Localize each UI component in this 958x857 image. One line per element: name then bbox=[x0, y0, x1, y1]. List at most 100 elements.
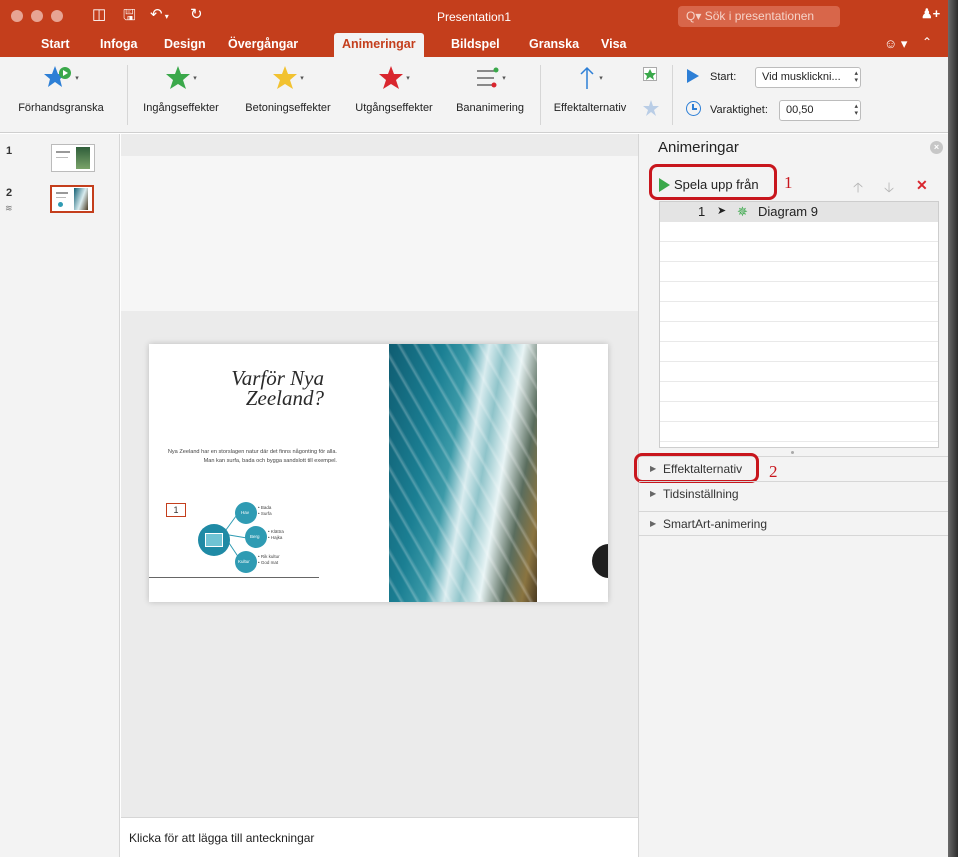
animation-pane-title: Animeringar bbox=[658, 139, 739, 156]
tab-animeringar[interactable]: Animeringar bbox=[334, 33, 424, 57]
ribbon-separator bbox=[672, 65, 673, 125]
emphasis-star-icon bbox=[273, 66, 298, 89]
preview-button[interactable]: ▾ Förhandsgranska bbox=[0, 57, 122, 133]
search-icon: Q▾ bbox=[686, 9, 705, 23]
entrance-effects-label: Ingångseffekter bbox=[143, 102, 219, 114]
exit-star-icon bbox=[379, 66, 404, 89]
thumbnail-number: 2 bbox=[6, 187, 13, 199]
section-smartart-animation-label: SmartArt-animering bbox=[663, 517, 768, 531]
annotation-number-1: 1 bbox=[784, 173, 793, 192]
arrow-up-icon bbox=[580, 66, 594, 89]
slide-dark-circle bbox=[592, 544, 608, 578]
start-select[interactable]: Vid musklickni... ▴ ▾ bbox=[755, 67, 861, 88]
smartart-node-berg: Berg bbox=[245, 526, 267, 548]
smartart-text-hav-2: • Surfa bbox=[258, 511, 272, 516]
emphasis-effects-label: Betoningseffekter bbox=[245, 102, 331, 114]
tab-design[interactable]: Design bbox=[156, 33, 214, 57]
start-label: Start: bbox=[710, 71, 737, 83]
entrance-effect-icon: ✵ bbox=[737, 204, 748, 219]
slide-divider-line bbox=[149, 577, 319, 578]
picture-placeholder-icon bbox=[205, 533, 223, 547]
tab-start[interactable]: Start bbox=[33, 33, 77, 57]
disclosure-triangle-icon: ▶ bbox=[650, 489, 657, 498]
smartart-text-kultur-1: • Rik kultur bbox=[258, 554, 280, 559]
tab-visa[interactable]: Visa bbox=[593, 33, 635, 57]
clock-icon bbox=[686, 101, 701, 116]
section-timing[interactable]: ▶ Tidsinställning bbox=[639, 481, 952, 506]
section-smartart-animation[interactable]: ▶ SmartArt-animering bbox=[639, 511, 952, 536]
share-user-icon[interactable]: ♟+ bbox=[921, 6, 940, 22]
tab-infoga[interactable]: Infoga bbox=[92, 33, 146, 57]
annotation-box-1 bbox=[649, 164, 777, 200]
smartart-center-node bbox=[198, 524, 230, 556]
duration-stepper[interactable]: 00,50 ▴ ▾ bbox=[779, 100, 861, 121]
title-bar: ◫ 🖫 ↶ ▾ ↻ Presentation1 Q▾ Sök i present… bbox=[0, 0, 948, 57]
smartart-node-hav: Hav bbox=[235, 502, 257, 524]
ribbon-separator bbox=[127, 65, 128, 125]
slide-editing-area: Varför Nya Zeeland? Nya Zeeland har en s… bbox=[121, 134, 638, 817]
slide-body-text[interactable]: Nya Zeeland har en storslagen natur där … bbox=[157, 448, 337, 466]
entrance-star-icon bbox=[166, 66, 191, 89]
notes-pane[interactable]: Klicka för att lägga till anteckningar bbox=[121, 817, 638, 857]
close-pane-icon[interactable]: × bbox=[930, 141, 943, 154]
smartart-node-berg-label: Berg bbox=[250, 534, 260, 539]
effect-options-button[interactable]: ▾ Effektalternativ bbox=[546, 57, 634, 133]
tab-overgangar[interactable]: Övergångar bbox=[220, 33, 306, 57]
stepper-arrows-icon[interactable]: ▴ ▾ bbox=[854, 103, 858, 117]
emphasis-effects-button[interactable]: ▾ Betoningseffekter bbox=[235, 57, 341, 133]
thumbnail-animation-icon: ≋ bbox=[5, 203, 13, 213]
window-edge-shadow bbox=[948, 0, 958, 857]
thumbnail-number: 1 bbox=[6, 145, 13, 157]
search-placeholder: Sök i presentationen bbox=[704, 9, 815, 23]
photo-foam-texture bbox=[389, 344, 537, 602]
search-input[interactable]: Q▾ Sök i presentationen bbox=[678, 6, 840, 27]
smartart-text-kultur-2: • God mat bbox=[258, 560, 279, 565]
tab-bildspel[interactable]: Bildspel bbox=[443, 33, 508, 57]
exit-effects-label: Utgångseffekter bbox=[355, 102, 433, 114]
select-arrows-icon: ▴ ▾ bbox=[854, 70, 858, 84]
notes-placeholder: Klicka för att lägga till anteckningar bbox=[129, 831, 315, 845]
stage-background bbox=[121, 156, 638, 311]
annotation-box-2 bbox=[634, 453, 759, 483]
annotation-number-2: 2 bbox=[769, 462, 778, 481]
smartart-text-berg-2: • Hajka bbox=[268, 535, 283, 540]
slide-thumbnail-2[interactable] bbox=[50, 185, 94, 213]
entrance-effects-button[interactable]: ▾ Ingångseffekter bbox=[133, 57, 229, 133]
animation-order: 1 bbox=[698, 204, 706, 219]
smartart-node-hav-label: Hav bbox=[241, 510, 250, 515]
slide-title[interactable]: Varför Nya Zeeland? bbox=[189, 368, 324, 409]
ocean-photo[interactable] bbox=[389, 344, 537, 602]
animation-order-tag[interactable]: 1 bbox=[166, 503, 186, 517]
smartart-text-berg-1: • Klättra bbox=[268, 529, 284, 534]
collapse-ribbon-icon[interactable]: ⌃ bbox=[922, 35, 932, 49]
move-down-icon[interactable]: 🡣 bbox=[884, 177, 894, 201]
ribbon: ▾ Förhandsgranska ▾ Ingångseffekter ▾ Be… bbox=[0, 57, 948, 133]
motion-path-button[interactable]: ▾ Bananimering bbox=[445, 57, 535, 133]
move-up-icon[interactable]: 🡡 bbox=[853, 177, 863, 201]
section-timing-label: Tidsinställning bbox=[663, 487, 739, 501]
list-item[interactable]: 1 ➤ ✵ Diagram 9 bbox=[660, 202, 938, 222]
reorder-animation-icon[interactable] bbox=[643, 67, 657, 81]
tab-granska[interactable]: Granska bbox=[521, 33, 587, 57]
animation-painter-icon[interactable] bbox=[642, 99, 660, 120]
duration-value: 00,50 bbox=[786, 104, 814, 116]
delete-icon[interactable]: ✕ bbox=[916, 177, 928, 194]
feedback-smiley-icon[interactable]: ☺ ▾ bbox=[884, 36, 907, 52]
smartart-node-kultur: Kultur bbox=[235, 551, 257, 573]
slide-thumbnail-1[interactable] bbox=[51, 144, 95, 172]
start-select-value: Vid musklickni... bbox=[762, 71, 841, 83]
duration-label: Varaktighet: bbox=[710, 104, 768, 116]
preview-star-icon bbox=[44, 66, 72, 87]
exit-effects-button[interactable]: ▾ Utgångseffekter bbox=[347, 57, 441, 133]
motion-path-icon bbox=[477, 67, 499, 88]
motion-path-label: Bananimering bbox=[456, 102, 524, 114]
effect-options-label: Effektalternativ bbox=[553, 102, 627, 114]
resize-grip[interactable] bbox=[791, 451, 794, 454]
slide-canvas[interactable]: Varför Nya Zeeland? Nya Zeeland har en s… bbox=[149, 344, 608, 602]
slide-thumbnail-pane: 1 2 ≋ bbox=[0, 134, 120, 857]
preview-label: Förhandsgranska bbox=[18, 102, 104, 114]
smartart-text-hav-1: • Bada bbox=[258, 505, 272, 510]
animation-target-name: Diagram 9 bbox=[758, 204, 818, 219]
ribbon-separator bbox=[540, 65, 541, 125]
animation-list: 1 ➤ ✵ Diagram 9 bbox=[659, 201, 939, 448]
